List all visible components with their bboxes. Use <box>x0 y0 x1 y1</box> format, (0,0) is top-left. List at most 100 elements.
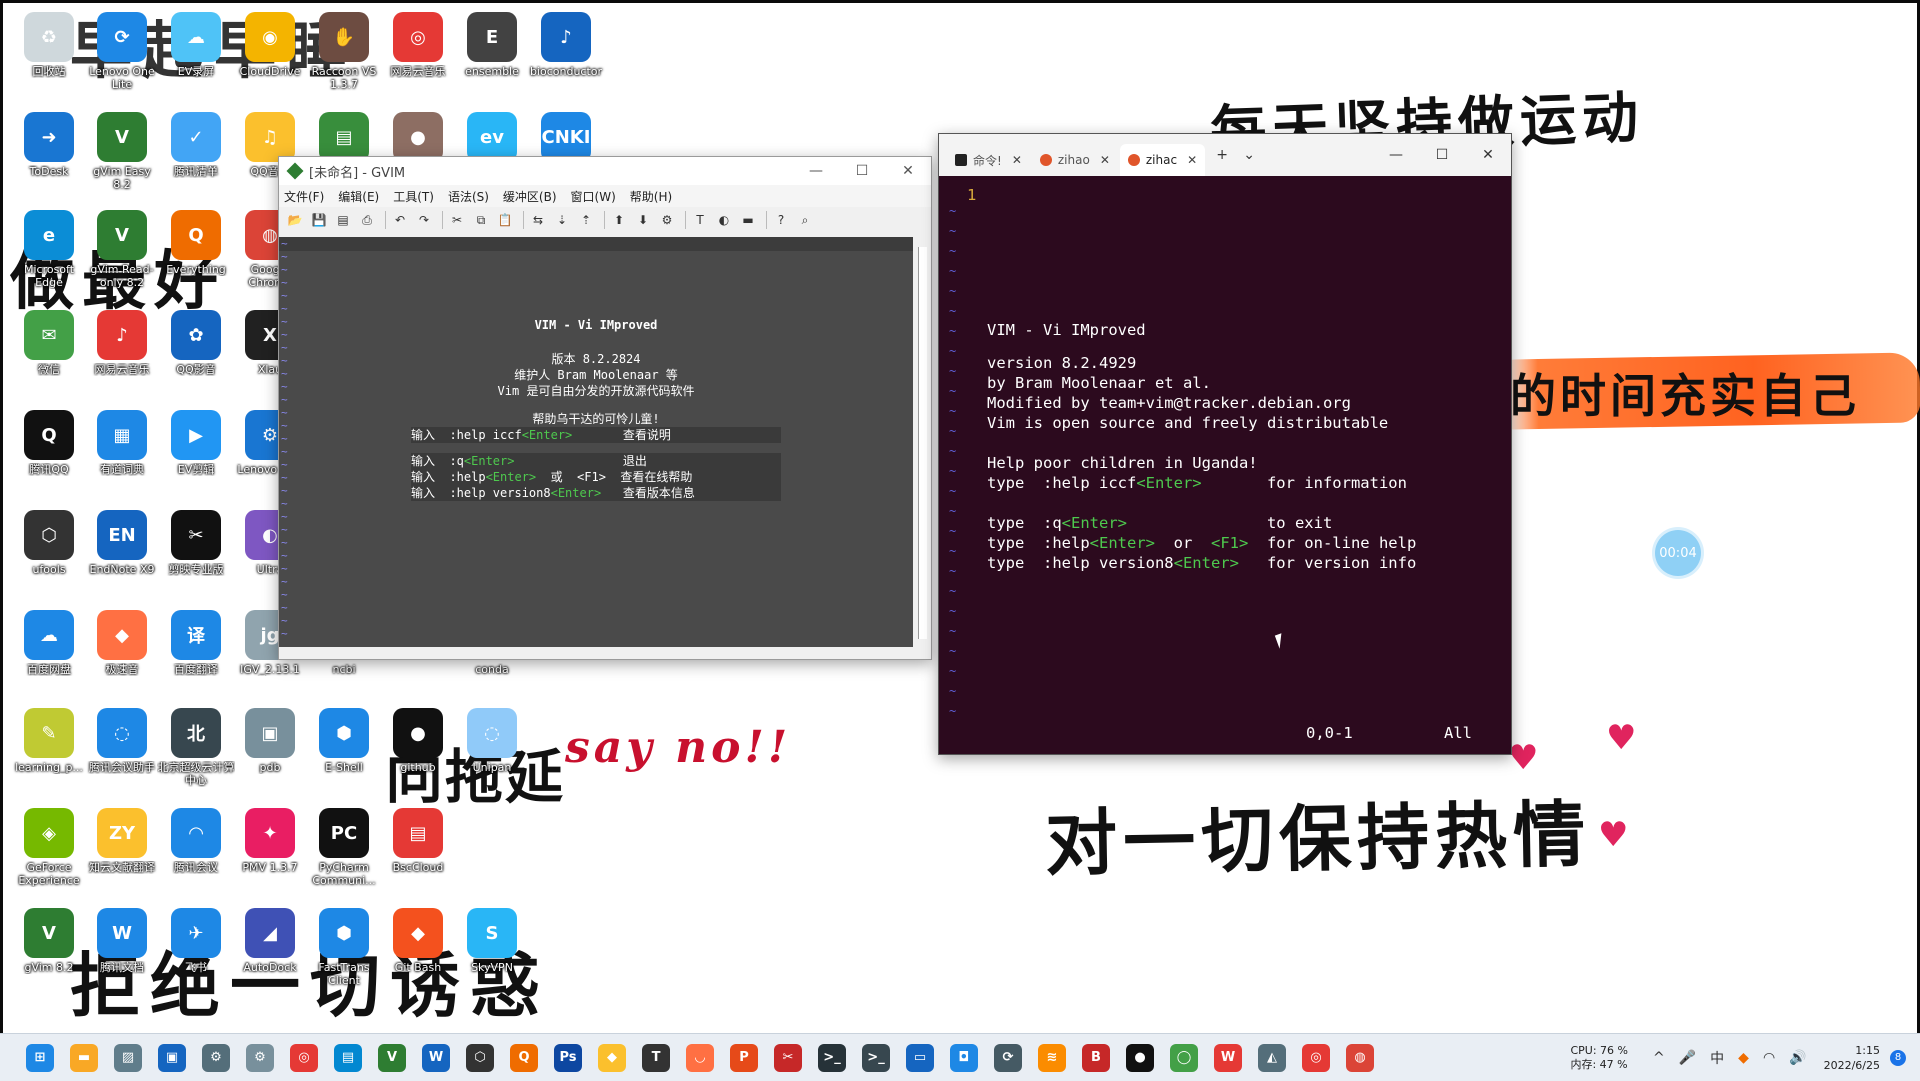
menu-file[interactable]: 文件(F) <box>279 188 333 205</box>
desktop-icon[interactable]: VgVim 8.2 <box>10 908 88 974</box>
desktop-icon[interactable]: ➜ ToDesk <box>10 112 88 178</box>
desktop-icon[interactable]: ☁ EV录屏 <box>157 12 235 78</box>
bilibili-icon[interactable]: B <box>1082 1043 1110 1072</box>
chrome-icon[interactable]: ◍ <box>1346 1043 1374 1072</box>
desktop-icon[interactable]: ◢ AutoDock <box>231 908 309 974</box>
netease-music-icon[interactable]: ◎ <box>290 1043 318 1072</box>
link-icon[interactable]: ⟳ <box>994 1043 1022 1072</box>
desktop-icon[interactable]: ◎ 网易云音乐 <box>379 12 457 78</box>
desktop-icon[interactable]: EN EndNote X9 <box>83 510 161 576</box>
terminal-body[interactable]: 1 VIM - Vi IMproved version 8.2.4929 by … <box>939 176 1511 754</box>
photoshop-icon[interactable]: Ps <box>554 1043 582 1072</box>
help-icon[interactable]: ? <box>771 210 791 230</box>
undo-icon[interactable]: ↶ <box>390 210 410 230</box>
open-icon[interactable]: 📂 <box>285 210 305 230</box>
shell-icon[interactable]: ◐ <box>714 210 734 230</box>
desktop-icon[interactable]: ▤ BscCloud <box>379 808 457 874</box>
wifi-icon[interactable]: ◠ <box>1763 1050 1775 1066</box>
desktop-icon[interactable]: ♻ 回收站 <box>10 12 88 78</box>
redo-icon[interactable]: ↷ <box>414 210 434 230</box>
desktop-icon[interactable]: 译百度翻译 <box>157 610 235 676</box>
desktop-icon[interactable]: ◆ Git Bash <box>379 908 457 974</box>
desktop-icon[interactable]: ✂ 剪映专业版 <box>157 510 235 576</box>
copy-icon[interactable]: ⧉ <box>471 210 491 230</box>
desktop-icon[interactable]: ● github <box>379 708 457 774</box>
cut-icon[interactable]: ✂ <box>447 210 467 230</box>
desktop-icon[interactable]: ◈ GeForce Experience <box>10 808 88 887</box>
control-icon[interactable]: ⚙ <box>246 1043 274 1072</box>
close-button[interactable]: ✕ <box>885 157 931 185</box>
print-icon[interactable]: ⎙ <box>357 210 377 230</box>
desktop-icon[interactable]: Q Everything <box>157 210 235 276</box>
cmd-icon[interactable]: >_ <box>862 1043 890 1072</box>
typora-icon[interactable]: T <box>642 1043 670 1072</box>
desktop-icon[interactable]: ▶ EV剪辑 <box>157 410 235 476</box>
menu-window[interactable]: 窗口(W) <box>566 188 625 205</box>
gvim-scrollbar[interactable] <box>918 247 927 639</box>
desktop-icon[interactable]: ✓ 腾讯清单 <box>157 112 235 178</box>
tags-icon[interactable]: ▬ <box>738 210 758 230</box>
terminal-window[interactable]: 命令! ✕ zihao ✕ zihac ✕ + ⌄ — ☐ ✕ 1 VIM - … <box>938 133 1512 755</box>
desktop-icon[interactable]: ♪ 网易云音乐 <box>83 310 161 376</box>
everything-icon[interactable]: Q <box>510 1043 538 1072</box>
desktop-icon[interactable]: ✎ learning_p... <box>10 708 88 774</box>
gvim-titlebar[interactable]: [未命名] - GVIM — ☐ ✕ <box>279 157 931 185</box>
wps-icon[interactable]: W <box>1214 1043 1242 1072</box>
notification-badge[interactable]: 8 <box>1890 1049 1906 1066</box>
minimize-button[interactable]: — <box>1373 134 1419 176</box>
ufools-icon[interactable]: ⬡ <box>466 1043 494 1072</box>
menu-edit[interactable]: 编辑(E) <box>333 188 388 205</box>
desktop-icon[interactable]: ✦ PMV 1.3.7 <box>231 808 309 874</box>
close-button[interactable]: ✕ <box>1465 134 1511 176</box>
settings-icon[interactable]: ⚙ <box>202 1043 230 1072</box>
desktop-icon[interactable]: ◉ CloudDrive <box>231 12 309 78</box>
arc-icon[interactable]: ◡ <box>686 1043 714 1072</box>
desktop-icon[interactable]: ✋ Raccoon VS 1.3.7 <box>305 12 383 91</box>
desktop-icon[interactable]: e Microsoft Edge <box>10 210 88 289</box>
word-icon[interactable]: W <box>422 1043 450 1072</box>
close-tab-icon[interactable]: ✕ <box>1187 153 1197 167</box>
terminal-icon[interactable]: >_ <box>818 1043 846 1072</box>
start-icon[interactable]: ⊞ <box>26 1043 54 1072</box>
desktop-icon[interactable]: ◌ 腾讯会议助手 <box>83 708 161 774</box>
desktop-icon[interactable]: ⟳ Lenovo One Lite <box>83 12 161 91</box>
maximize-button[interactable]: ☐ <box>1419 134 1465 176</box>
desktop-icon[interactable]: 北北京超级云计算中心 <box>157 708 235 787</box>
chevron-up-icon[interactable]: ^ <box>1653 1050 1665 1066</box>
desktop-icon[interactable]: Q 腾讯QQ <box>10 410 88 476</box>
desktop-icon[interactable]: ♪ bioconductor <box>527 12 605 78</box>
load-session-icon[interactable]: ⬆ <box>609 210 629 230</box>
desktop-icon[interactable]: ◆ 极速音 <box>83 610 161 676</box>
app-icon[interactable]: ◆ <box>598 1043 626 1072</box>
circle-icon[interactable]: ◯ <box>1170 1043 1198 1072</box>
desktop-icon[interactable]: Eensemble <box>453 12 531 78</box>
tab-dropdown-button[interactable]: ⌄ <box>1237 134 1261 176</box>
desktop-icon[interactable]: ▣ pdb <box>231 708 309 774</box>
store-icon[interactable]: ▣ <box>158 1043 186 1072</box>
volume-icon[interactable]: 🔊 <box>1789 1050 1806 1066</box>
menu-help[interactable]: 帮助(H) <box>625 188 681 205</box>
desktop-icon[interactable]: ✈ 飞书 <box>157 908 235 974</box>
close-tab-icon[interactable]: ✕ <box>1012 153 1022 167</box>
tray-app-icon[interactable]: ◆ <box>1738 1050 1749 1066</box>
gvim-icon[interactable]: V <box>378 1043 406 1072</box>
screen-icon[interactable]: ▤ <box>334 1043 362 1072</box>
music-icon[interactable]: ◎ <box>1302 1043 1330 1072</box>
desktop-icon[interactable]: ◠ 腾讯会议 <box>157 808 235 874</box>
save-all-icon[interactable]: ▤ <box>333 210 353 230</box>
photos-icon[interactable]: ▨ <box>114 1043 142 1072</box>
run-script-icon[interactable]: ⚙ <box>657 210 677 230</box>
tab-zihao[interactable]: zihao ✕ <box>1032 144 1118 176</box>
gvim-editor[interactable]: ~ ~ ~ ~ ~ ~ ~ ~ ~ ~ ~ ~ ~ ~ ~ ~ ~ ~ ~ ~ … <box>279 237 913 647</box>
make-icon[interactable]: T <box>690 210 710 230</box>
desktop-icon[interactable]: ZY 知云文献翻译 <box>83 808 161 874</box>
minimize-button[interactable]: — <box>793 157 839 185</box>
performance-monitor[interactable]: CPU: 76 % 内存: 47 % <box>1570 1044 1628 1072</box>
find-help-icon[interactable]: ⌕ <box>795 210 815 230</box>
powerpoint-icon[interactable]: P <box>730 1043 758 1072</box>
tab-cmd[interactable]: 命令! ✕ <box>947 144 1030 176</box>
desktop-icon[interactable]: ✉ 微信 <box>10 310 88 376</box>
desktop-icon[interactable]: ⬢ E-Shell <box>305 708 383 774</box>
find-prev-icon[interactable]: ⇡ <box>576 210 596 230</box>
capcut-icon[interactable]: ✂ <box>774 1043 802 1072</box>
